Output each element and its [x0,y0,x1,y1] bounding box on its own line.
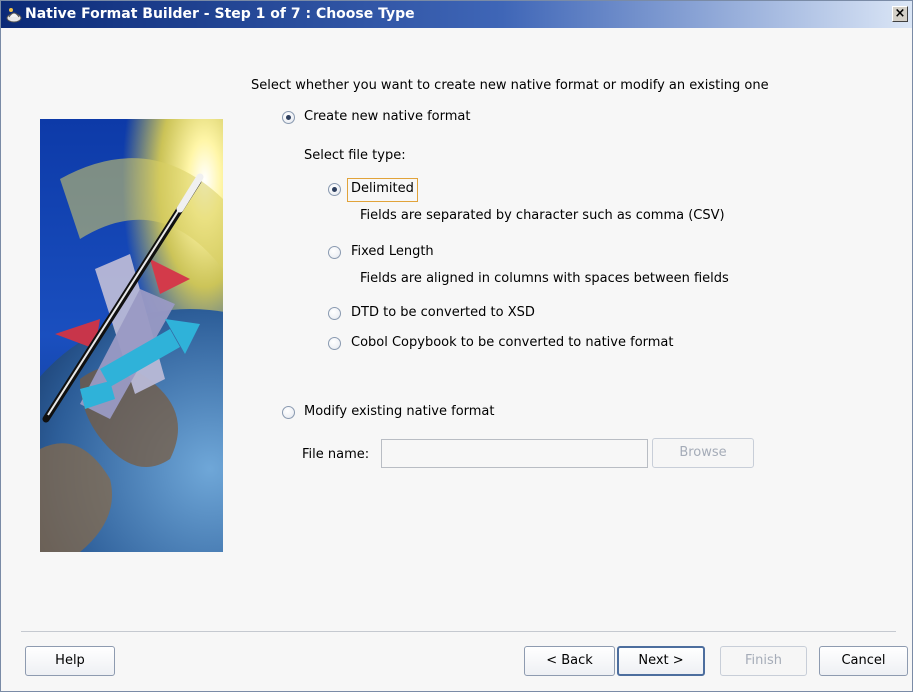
cancel-button[interactable]: Cancel [819,646,908,676]
next-button[interactable]: Next > [617,646,705,676]
window-title: Native Format Builder - Step 1 of 7 : Ch… [25,6,415,22]
file-type-label: Select file type: [304,148,406,163]
file-name-input[interactable] [381,439,648,468]
help-button[interactable]: Help [25,646,115,676]
fixed-length-label[interactable]: Fixed Length [351,244,434,259]
dtd-label[interactable]: DTD to be converted to XSD [351,305,535,320]
native-format-builder-dialog: Native Format Builder - Step 1 of 7 : Ch… [0,0,913,692]
modify-existing-radio[interactable] [282,406,295,419]
fixed-length-description: Fields are aligned in columns with space… [360,271,729,286]
wizard-icon [6,8,22,23]
create-new-label[interactable]: Create new native format [304,109,470,124]
finish-button[interactable]: Finish [720,646,807,676]
cobol-radio[interactable] [328,337,341,350]
browse-button[interactable]: Browse [652,438,754,468]
fixed-length-radio[interactable] [328,246,341,259]
create-new-radio[interactable] [282,111,295,124]
back-button[interactable]: < Back [524,646,615,676]
footer-separator [21,631,896,632]
title-bar[interactable]: Native Format Builder - Step 1 of 7 : Ch… [1,1,912,28]
modify-existing-label[interactable]: Modify existing native format [304,404,495,419]
cobol-label[interactable]: Cobol Copybook to be converted to native… [351,335,674,350]
instruction-text: Select whether you want to create new na… [251,78,769,93]
delimited-label[interactable]: Delimited [351,181,414,196]
close-icon: × [894,6,906,21]
wizard-illustration [40,119,223,552]
delimited-radio[interactable] [328,183,341,196]
delimited-description: Fields are separated by character such a… [360,208,725,223]
dtd-radio[interactable] [328,307,341,320]
close-button[interactable]: × [892,6,908,22]
file-name-label: File name: [302,447,370,462]
